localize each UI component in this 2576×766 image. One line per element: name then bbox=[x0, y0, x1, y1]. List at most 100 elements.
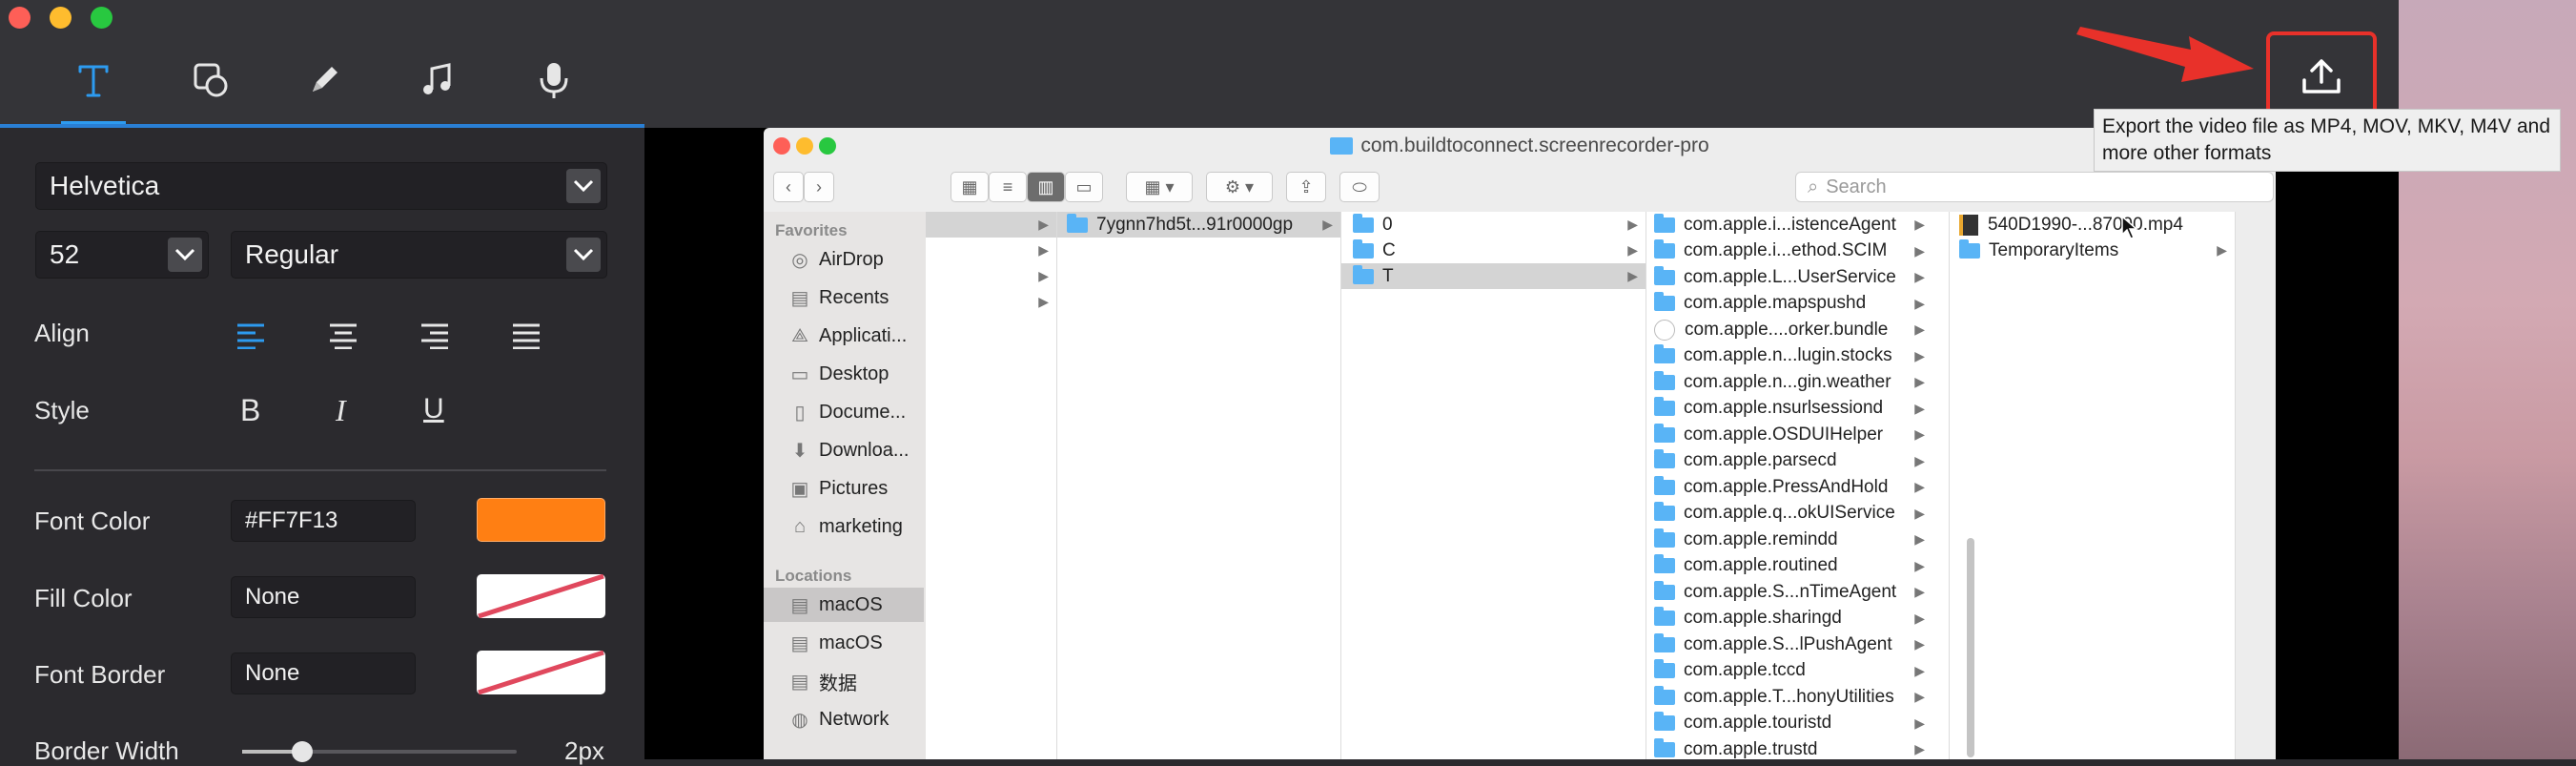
font-size-select[interactable]: 52 bbox=[35, 231, 209, 279]
folder-icon bbox=[1654, 213, 1675, 233]
disclosure-arrow-icon: ▶ bbox=[1914, 689, 1925, 704]
disclosure-arrow-icon: ▶ bbox=[1914, 479, 1925, 494]
sidebar-item-documents[interactable]: ▯ Docume... bbox=[764, 395, 924, 429]
font-weight-select[interactable]: Regular bbox=[231, 231, 607, 279]
sidebar-item-pictures[interactable]: ▣ Pictures bbox=[764, 471, 924, 506]
list-item[interactable]: com.apple.i...istenceAgent ▶ bbox=[1646, 212, 1932, 238]
list-item[interactable]: com.apple.remindd ▶ bbox=[1646, 527, 1932, 552]
list-item[interactable]: ▶ bbox=[926, 263, 1056, 289]
list-item[interactable]: 7ygnn7hd5t...91r0000gp ▶ bbox=[1057, 212, 1340, 238]
border-width-slider-track[interactable] bbox=[242, 741, 517, 762]
list-item[interactable]: com.apple.nsurlsessiond ▶ bbox=[1646, 396, 1932, 422]
sidebar-item-macos[interactable]: ▤ macOS bbox=[764, 588, 924, 622]
search-icon: ⌕ bbox=[1808, 176, 1819, 197]
icon-view-button[interactable]: ▦ bbox=[951, 172, 989, 202]
list-item[interactable]: com.apple....orker.bundle ▶ bbox=[1646, 317, 1932, 342]
list-item[interactable]: com.apple.S...nTimeAgent ▶ bbox=[1646, 579, 1932, 605]
music-tool-icon[interactable] bbox=[413, 55, 462, 105]
sidebar-item-marketing[interactable]: ⌂ marketing bbox=[764, 509, 924, 544]
sidebar-item-recents[interactable]: ▤ Recents bbox=[764, 280, 924, 315]
window-close-button[interactable] bbox=[9, 7, 31, 29]
font-color-input[interactable]: #FF7F13 bbox=[231, 500, 416, 542]
window-zoom-button[interactable] bbox=[91, 7, 112, 29]
align-right-icon[interactable] bbox=[420, 322, 449, 354]
list-item[interactable]: com.apple.tccd ▶ bbox=[1646, 658, 1932, 684]
list-item[interactable]: com.apple.trustd ▶ bbox=[1646, 736, 1932, 759]
font-border-none-swatch[interactable] bbox=[477, 650, 605, 695]
group-button[interactable]: ▦ ▾ bbox=[1126, 172, 1193, 202]
folder-icon bbox=[1654, 475, 1675, 495]
list-item[interactable]: ▶ bbox=[926, 289, 1056, 315]
list-view-button[interactable]: ≡ bbox=[989, 172, 1027, 202]
list-item[interactable]: com.apple.touristd ▶ bbox=[1646, 711, 1932, 736]
list-item[interactable]: com.apple.mapspushd ▶ bbox=[1646, 291, 1932, 317]
list-item[interactable]: com.apple.OSDUIHelper ▶ bbox=[1646, 422, 1932, 447]
sidebar-item-downloads[interactable]: ⬇ Downloa... bbox=[764, 433, 924, 467]
item-label: com.apple.nsurlsessiond bbox=[1684, 398, 1884, 418]
sidebar-item-applications[interactable]: ⟁ Applicati... bbox=[764, 319, 924, 353]
list-item[interactable]: com.apple.i...ethod.SCIM ▶ bbox=[1646, 238, 1932, 264]
fill-color-none-swatch[interactable] bbox=[477, 573, 605, 619]
window-minimize-button[interactable] bbox=[50, 7, 72, 29]
list-item[interactable]: com.apple.n...lugin.stocks ▶ bbox=[1646, 343, 1932, 369]
tag-button[interactable]: ⬭ bbox=[1339, 172, 1380, 202]
sidebar-item-label: AirDrop bbox=[819, 248, 884, 270]
item-label: com.apple.S...lPushAgent bbox=[1684, 633, 1892, 654]
text-tool-icon[interactable] bbox=[69, 55, 118, 105]
forward-button[interactable]: › bbox=[804, 172, 834, 202]
list-item[interactable]: com.apple.L...UserService ▶ bbox=[1646, 264, 1932, 290]
list-item[interactable]: com.apple.parsecd ▶ bbox=[1646, 448, 1932, 474]
disclosure-arrow-icon: ▶ bbox=[1914, 269, 1925, 284]
item-label: com.apple.touristd bbox=[1684, 713, 1832, 733]
list-item[interactable]: C ▶ bbox=[1341, 238, 1646, 263]
list-item[interactable]: ▶ bbox=[926, 212, 1056, 238]
shape-tool-icon[interactable] bbox=[186, 55, 235, 105]
sidebar-item-desktop[interactable]: ▭ Desktop bbox=[764, 357, 924, 391]
list-item[interactable]: com.apple.sharingd ▶ bbox=[1646, 606, 1932, 631]
align-justify-icon[interactable] bbox=[512, 322, 541, 354]
item-label: com.apple.remindd bbox=[1684, 528, 1838, 549]
list-item[interactable]: com.apple.T...honyUtilities ▶ bbox=[1646, 684, 1932, 710]
list-item[interactable]: 0 ▶ bbox=[1341, 212, 1646, 238]
mouse-cursor-icon bbox=[2121, 215, 2139, 245]
font-border-input[interactable]: None bbox=[231, 652, 416, 694]
bold-button[interactable]: B bbox=[240, 393, 260, 428]
sidebar-item-macos-2[interactable]: ▤ macOS bbox=[764, 626, 924, 660]
underline-button[interactable]: U bbox=[423, 393, 444, 425]
item-label: TemporaryItems bbox=[1989, 239, 2119, 260]
list-item[interactable]: com.apple.PressAndHold ▶ bbox=[1646, 474, 1932, 500]
italic-button[interactable]: I bbox=[336, 393, 346, 428]
sidebar-item-network[interactable]: ◍ Network bbox=[764, 702, 924, 736]
finder-search-input[interactable]: ⌕ Search bbox=[1795, 172, 2274, 202]
align-left-icon[interactable] bbox=[236, 322, 265, 354]
pen-tool-icon[interactable] bbox=[299, 55, 349, 105]
list-item[interactable]: com.apple.routined ▶ bbox=[1646, 553, 1932, 579]
export-tooltip: Export the video file as MP4, MOV, MKV, … bbox=[2094, 109, 2561, 172]
list-item[interactable]: 540D1990-...87090.mp4 bbox=[1950, 212, 2235, 238]
list-item[interactable]: com.apple.q...okUIService ▶ bbox=[1646, 501, 1932, 527]
annotation-arrow-icon bbox=[2076, 27, 2254, 82]
sidebar-item-label: marketing bbox=[819, 515, 903, 537]
fill-color-input[interactable]: None bbox=[231, 576, 416, 618]
align-center-icon[interactable] bbox=[329, 322, 358, 354]
sidebar-item-data[interactable]: ▤ 数据 bbox=[764, 664, 924, 698]
list-item[interactable]: T ▶ bbox=[1341, 263, 1646, 289]
export-button[interactable] bbox=[2283, 48, 2360, 105]
list-item[interactable]: ▶ bbox=[926, 238, 1056, 263]
gallery-view-button[interactable]: ▭ bbox=[1065, 172, 1103, 202]
sidebar-item-label: Desktop bbox=[819, 362, 889, 384]
column-scrollbar[interactable] bbox=[1967, 538, 1974, 757]
font-family-select[interactable]: Helvetica bbox=[35, 162, 607, 210]
list-item[interactable]: com.apple.S...lPushAgent ▶ bbox=[1646, 631, 1932, 657]
list-item[interactable]: TemporaryItems ▶ bbox=[1950, 238, 2235, 263]
action-gear-button[interactable]: ⚙ ▾ bbox=[1206, 172, 1273, 202]
finder-column-2: 7ygnn7hd5t...91r0000gp ▶ bbox=[1057, 212, 1341, 759]
font-color-swatch[interactable] bbox=[477, 498, 605, 542]
list-item[interactable]: com.apple.n...gin.weather ▶ bbox=[1646, 369, 1932, 395]
share-button[interactable]: ⇪ bbox=[1286, 172, 1326, 202]
pictures-icon: ▣ bbox=[790, 478, 809, 500]
back-button[interactable]: ‹ bbox=[773, 172, 804, 202]
column-view-button[interactable]: ▥ bbox=[1027, 172, 1065, 202]
sidebar-item-airdrop[interactable]: ◎ AirDrop bbox=[764, 242, 924, 277]
microphone-tool-icon[interactable] bbox=[529, 55, 579, 105]
